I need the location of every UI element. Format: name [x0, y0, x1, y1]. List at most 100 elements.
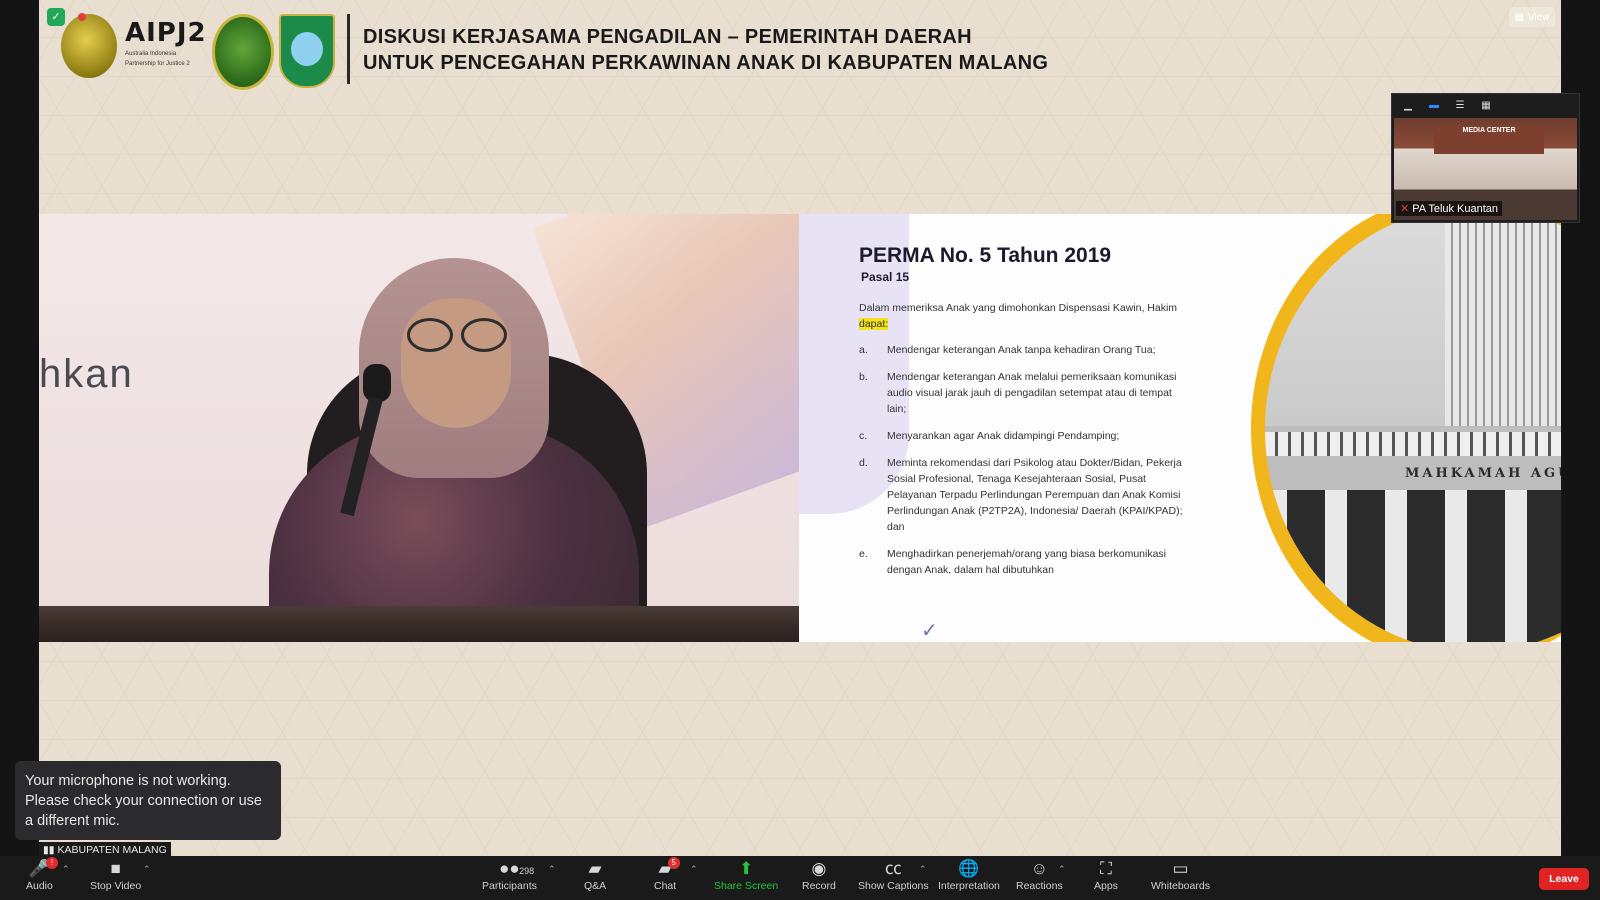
pengadilan-agama-logo [212, 14, 274, 90]
minimize-icon[interactable]: ▁ [1402, 100, 1414, 111]
view-button-label: View [1527, 11, 1550, 23]
share-screen-icon: ⬆ [738, 859, 754, 878]
whiteboards-button[interactable]: ▭ Whiteboards [1151, 858, 1210, 892]
audio-warning-badge: ! [46, 857, 59, 869]
slide-intro-text: Dalam memeriksa Anak yang dimohonkan Dis… [859, 302, 1178, 314]
video-options-chevron-icon[interactable]: ⌃ [143, 864, 151, 875]
closed-captions-icon: ㏄ [884, 859, 902, 878]
globe-icon: 🌐 [958, 859, 980, 878]
list-item: e. Menghadirkan penerjemah/orang yang bia… [859, 546, 1189, 578]
banner-title-line2: UNTUK PENCEGAHAN PERKAWINAN ANAK DI KABU… [363, 52, 1049, 74]
reactions-label: Reactions [1016, 880, 1063, 892]
chat-bubble-icon: ▰ 5 [659, 857, 680, 880]
thumbnail-backdrop: MEDIA CENTER [1434, 126, 1544, 154]
kabupaten-malang-logo [279, 14, 335, 88]
participant-name-tag: ✕ PA Teluk Kuantan [1396, 201, 1503, 216]
active-speaker-name: KABUPATEN MALANG [57, 844, 167, 856]
presentation-slide: PERMA No. 5 Tahun 2019 Pasal 15 Dalam me… [799, 214, 1561, 642]
interpretation-label: Interpretation [938, 880, 1000, 892]
record-icon: ◉ [811, 859, 827, 878]
view-grid-icon: ▦ [1514, 11, 1524, 23]
audio-label: Audio [26, 880, 53, 892]
list-text: Mendengar keterangan Anak melalui pemeri… [887, 371, 1177, 415]
qa-label: Q&A [584, 880, 607, 892]
list-marker: d. [859, 457, 868, 469]
aipj2-logo-sub1: Australia Indonesia [125, 51, 177, 57]
video-camera-icon: ■ [110, 859, 121, 878]
event-banner: AIPJ2 Australia Indonesia Partnership fo… [39, 0, 1561, 92]
microphone-warning-toast: Your microphone is not working. Please c… [15, 761, 281, 840]
aipj2-logo-text: AIPJ2 [125, 18, 207, 48]
shared-screen-stage: AIPJ2 Australia Indonesia Partnership fo… [39, 0, 1561, 856]
reactions-button[interactable]: ☺ Reactions [1016, 858, 1063, 892]
building-facade: MAHKAMAH AGUNG [1265, 426, 1561, 642]
reactions-chevron-icon[interactable]: ⌃ [1058, 864, 1066, 875]
chat-chevron-icon[interactable]: ⌃ [690, 864, 698, 875]
banner-divider [347, 14, 350, 84]
stop-video-label: Stop Video [90, 880, 142, 892]
backdrop-text: hkan [39, 352, 134, 396]
participants-icon: ●● 298 [499, 858, 534, 880]
aipj2-logo: AIPJ2 Australia Indonesia Partnership fo… [125, 18, 209, 78]
qa-bubbles-icon: ▰ [588, 859, 602, 878]
captions-chevron-icon[interactable]: ⌃ [919, 864, 927, 875]
leave-button[interactable]: Leave [1539, 868, 1589, 890]
stack-view-icon[interactable]: ☰ [1454, 100, 1466, 111]
building-label: MAHKAMAH AGUNG [1405, 466, 1561, 481]
participants-button[interactable]: ●● 298 Participants [482, 858, 537, 892]
thumbnail-backdrop-text: MEDIA CENTER [1462, 127, 1516, 134]
stop-video-button[interactable]: ■ Stop Video [90, 858, 141, 892]
list-marker: a. [859, 344, 868, 356]
thumbnail-video-window[interactable]: ▁ ▬ ☰ ▦ MEDIA CENTER ✕ PA Teluk Kuantan [1391, 93, 1580, 223]
single-view-icon[interactable]: ▬ [1428, 100, 1440, 111]
slide-subtitle: Pasal 15 [861, 270, 910, 284]
slide-intro-highlight: dapat: [859, 318, 889, 330]
glasses [401, 318, 511, 352]
show-captions-label: Show Captions [858, 880, 929, 892]
slide-title: PERMA No. 5 Tahun 2019 [859, 244, 1112, 267]
participant-name: PA Teluk Kuantan [1412, 203, 1499, 215]
list-text: Menyarankan agar Anak didampingi Pendamp… [887, 430, 1120, 442]
view-button[interactable]: ▦ View [1509, 7, 1555, 27]
signal-bars-icon: ▮▮ [43, 844, 55, 856]
apps-icon: ⛶ [1100, 859, 1112, 878]
chat-button[interactable]: ▰ 5 Chat [654, 857, 680, 892]
list-item: d. Meminta rekomendasi dari Psikolog atau… [859, 455, 1189, 535]
share-screen-button[interactable]: ⬆ Share Screen [714, 858, 778, 892]
list-marker: c. [859, 430, 868, 442]
participants-chevron-icon[interactable]: ⌃ [548, 864, 556, 875]
table-edge [39, 606, 799, 642]
recording-indicator-icon [78, 13, 86, 21]
whiteboard-icon: ▭ [1172, 859, 1189, 878]
chat-unread-badge: 5 [667, 857, 680, 869]
meeting-toolbar: 🎤! Audio ⌃ ■ Stop Video ⌃ ●● 298 Particip… [0, 856, 1600, 900]
apps-button[interactable]: ⛶ Apps [1094, 858, 1118, 892]
slide-intro: Dalam memeriksa Anak yang dimohonkan Dis… [859, 300, 1189, 332]
list-text: Mendengar keterangan Anak tanpa kehadira… [887, 344, 1156, 356]
audio-button[interactable]: 🎤! Audio [26, 857, 59, 892]
whiteboards-label: Whiteboards [1151, 880, 1210, 892]
list-item: b. Mendengar keterangan Anak melalui peme… [859, 369, 1189, 417]
share-screen-label: Share Screen [714, 880, 779, 892]
encryption-shield-icon[interactable]: ✓ [47, 8, 65, 26]
aipj2-logo-sub2: Partnership for Justice 2 [125, 61, 190, 67]
chat-label: Chat [654, 880, 677, 892]
interpretation-button[interactable]: 🌐 Interpretation [938, 858, 1000, 892]
smiley-icon: ☺ [1030, 859, 1049, 878]
list-marker: e. [859, 548, 868, 560]
microphone-icon: 🎤! [29, 857, 59, 880]
apps-label: Apps [1094, 880, 1118, 892]
record-button[interactable]: ◉ Record [802, 858, 836, 892]
qa-button[interactable]: ▰ Q&A [584, 858, 606, 892]
gallery-view-icon[interactable]: ▦ [1480, 100, 1492, 111]
list-text: Menghadirkan penerjemah/orang yang biasa… [887, 548, 1167, 576]
audio-options-chevron-icon[interactable]: ⌃ [62, 864, 70, 875]
record-label: Record [802, 880, 836, 892]
list-item: c. Menyarankan agar Anak didampingi Penda… [859, 428, 1189, 444]
list-item: a. Mendengar keterangan Anak tanpa kehadi… [859, 342, 1189, 358]
speaker-video: hkan [39, 214, 799, 642]
thumbnail-video-feed: MEDIA CENTER ✕ PA Teluk Kuantan [1394, 118, 1577, 220]
mahkamah-agung-logo [61, 14, 117, 78]
muted-mic-icon: ✕ [1400, 203, 1410, 215]
list-marker: b. [859, 371, 868, 383]
